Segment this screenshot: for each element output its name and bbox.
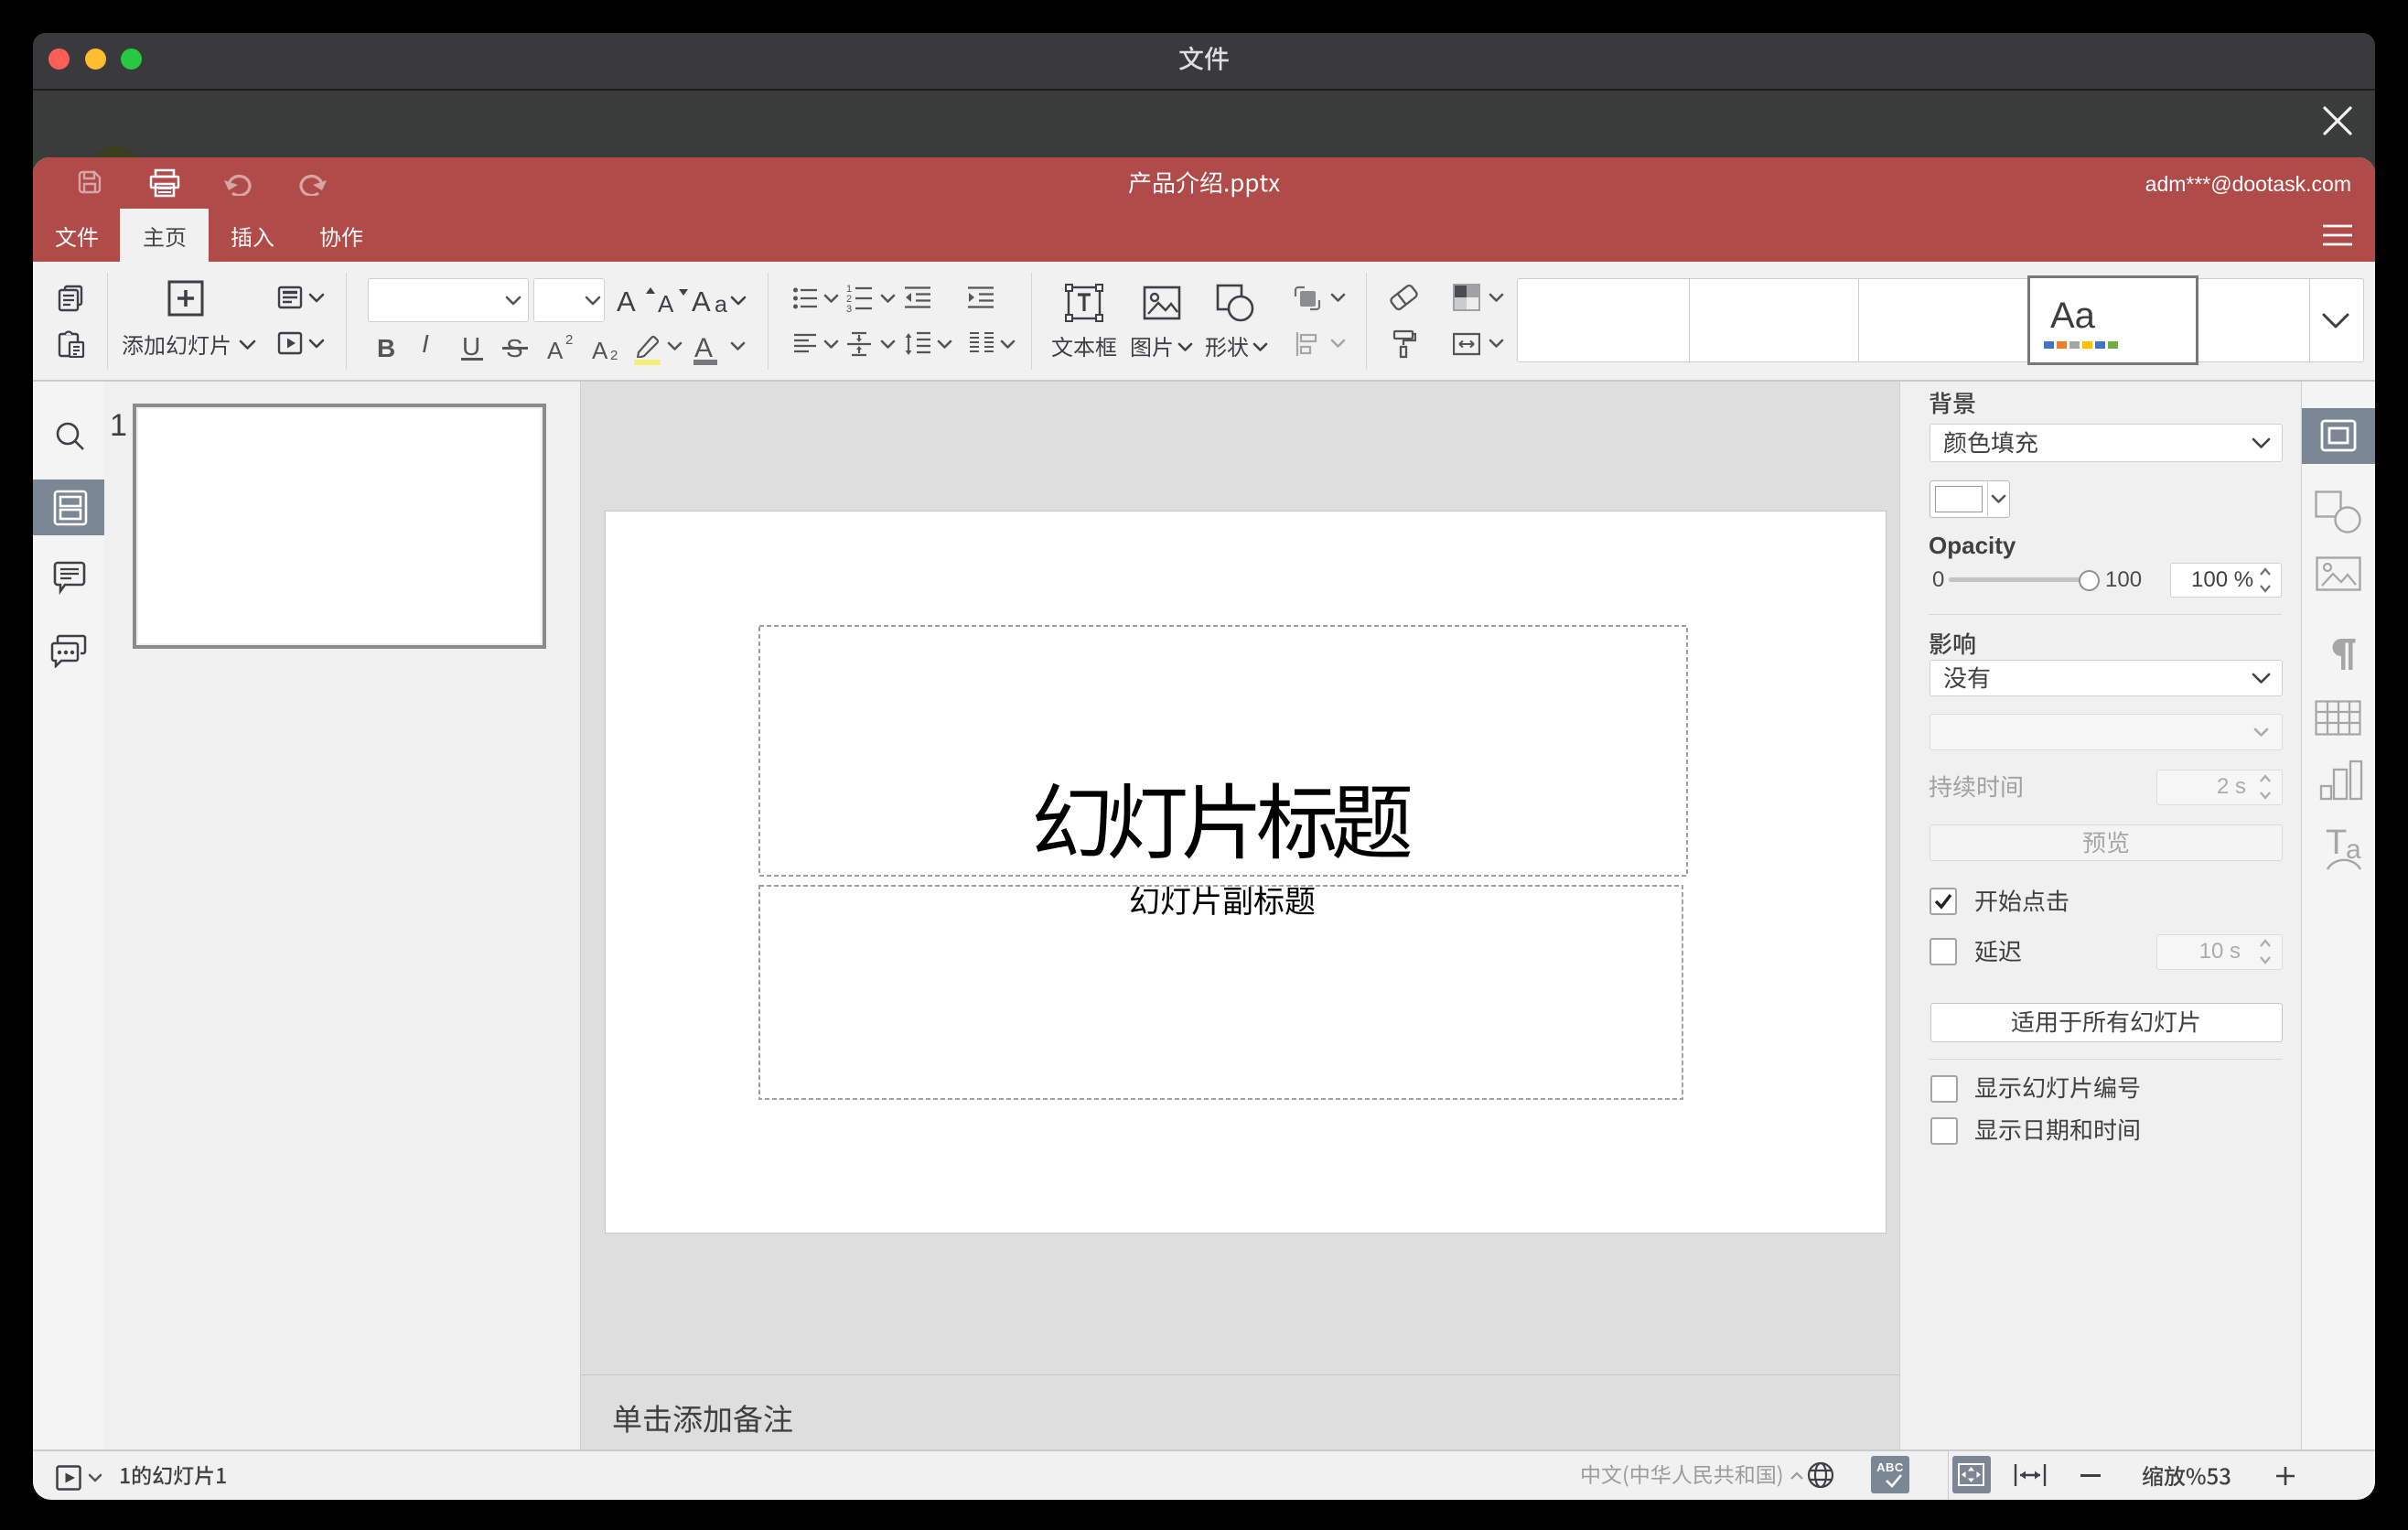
svg-text:3: 3 — [846, 304, 852, 313]
